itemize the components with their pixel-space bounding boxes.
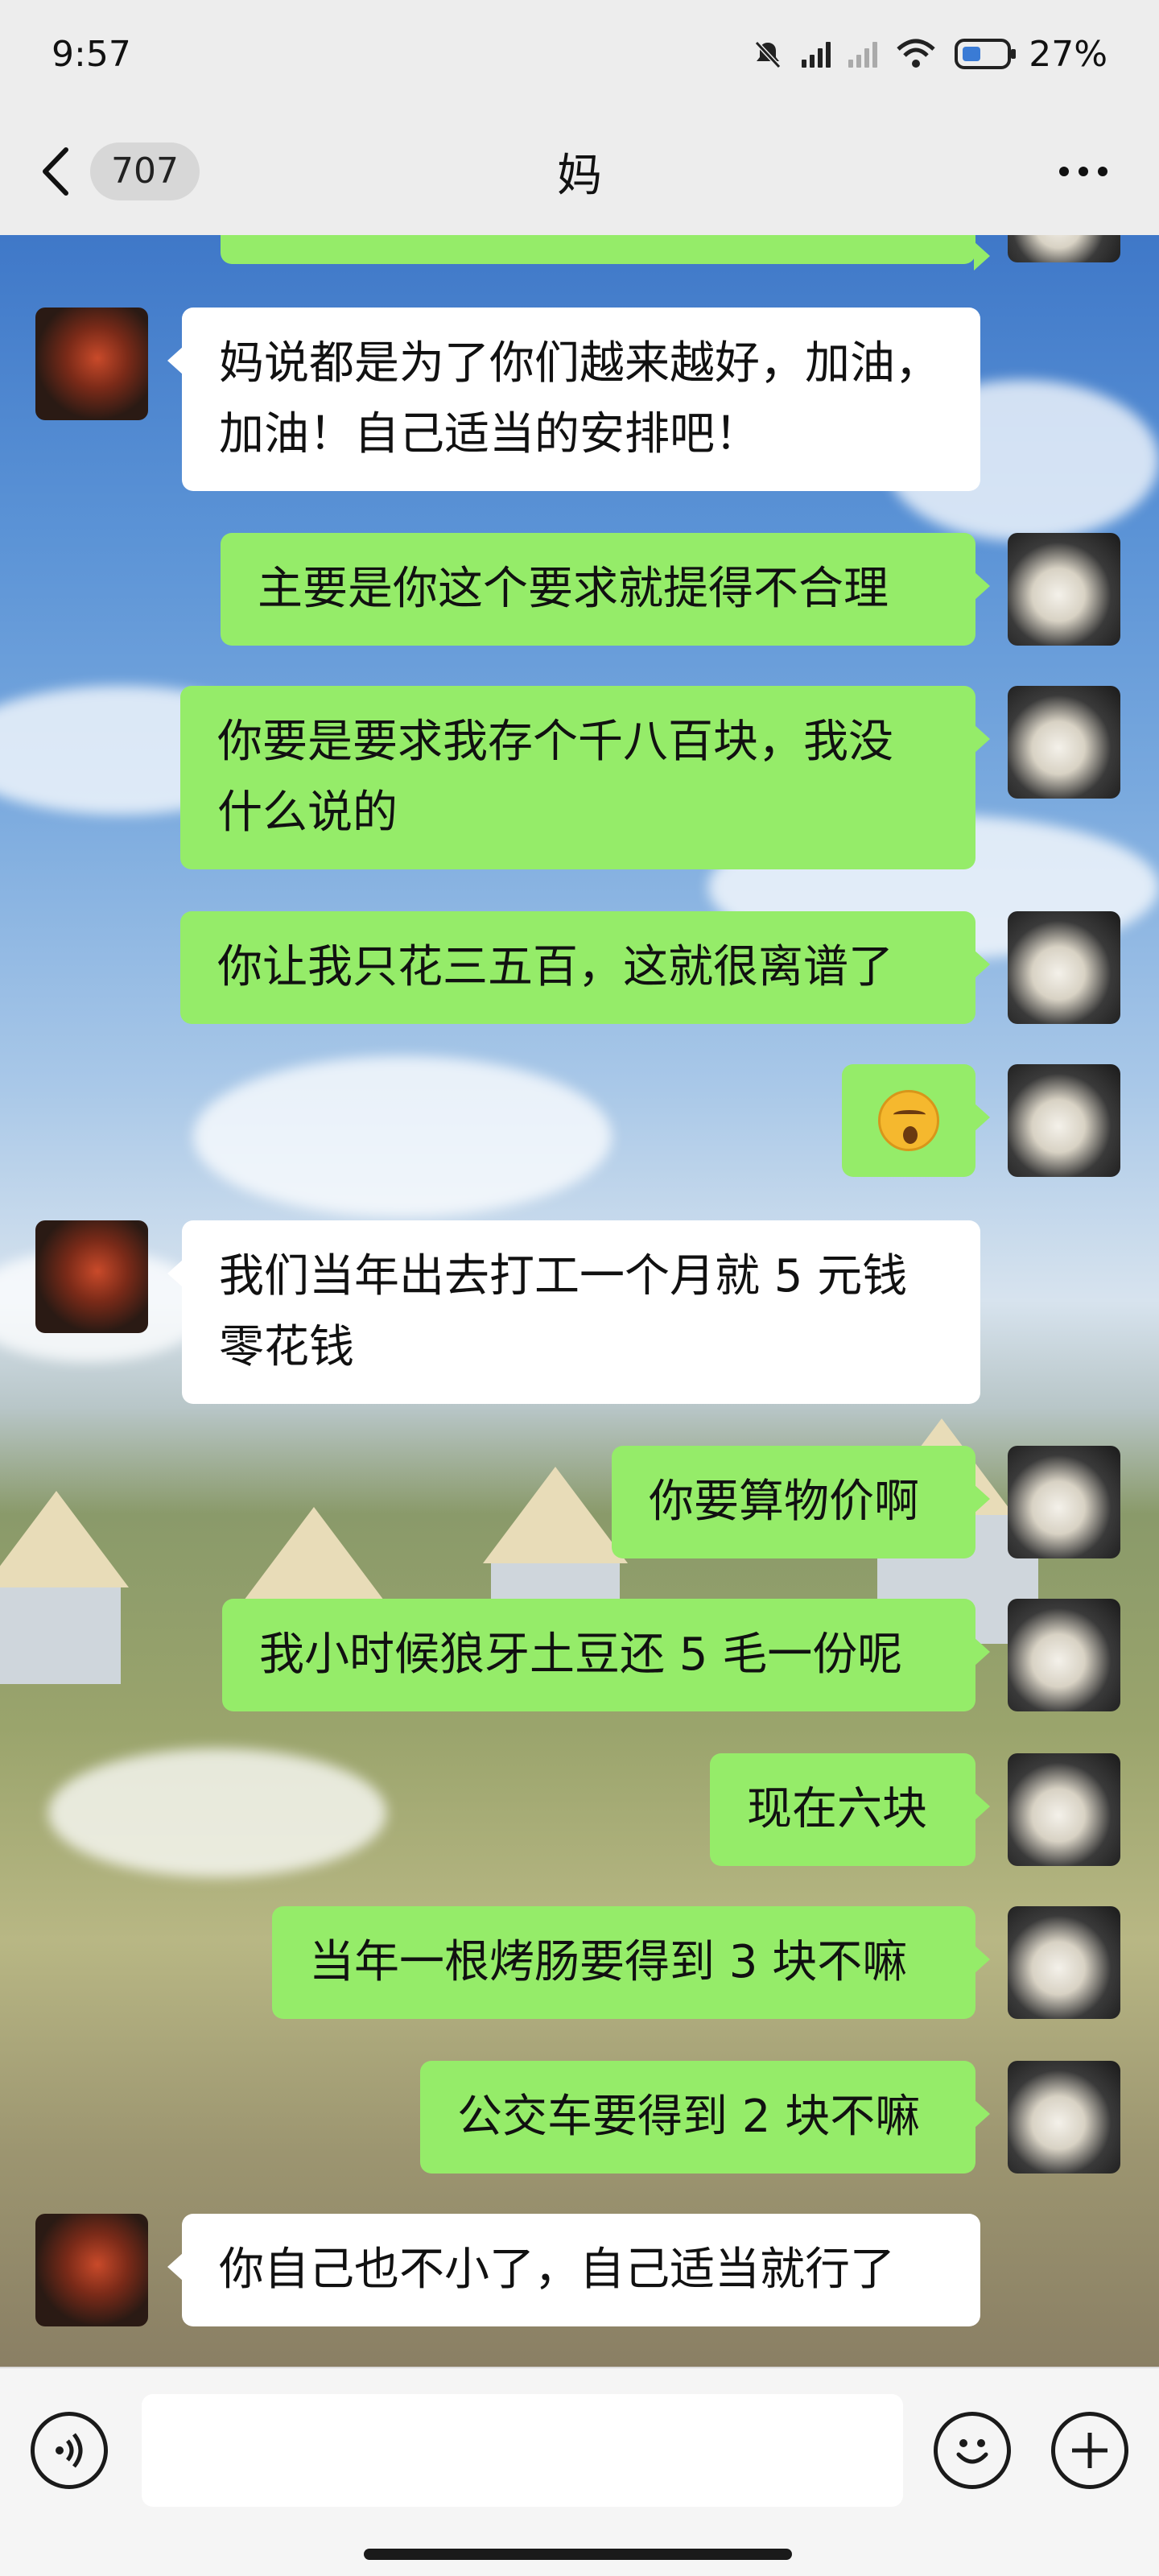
chat-message-list[interactable]: 妈说都是为了你们越来越好，加油， 加油！自己适当的安排吧！ 主要是你这个要求就提… xyxy=(0,235,1159,2367)
contact-avatar[interactable] xyxy=(35,308,148,420)
more-dot-icon xyxy=(1059,167,1069,176)
message-bubble[interactable]: 你要是要求我存个千八百块，我没 什么说的 xyxy=(180,686,990,869)
contact-avatar[interactable] xyxy=(35,2214,148,2326)
status-bar: 9:57 27% xyxy=(0,0,1159,108)
more-dot-icon xyxy=(1098,167,1107,176)
message-bubble-partial[interactable] xyxy=(221,235,990,270)
message-bubble[interactable]: 你让我只花三五百，这就很离谱了 xyxy=(180,911,990,1024)
more-actions-button[interactable] xyxy=(1051,2412,1128,2489)
my-avatar[interactable] xyxy=(1008,1753,1120,1866)
chat-input-bar xyxy=(0,2367,1159,2576)
my-avatar[interactable] xyxy=(1008,1446,1120,1558)
signal-secondary-icon xyxy=(848,40,878,68)
battery-icon xyxy=(955,39,1017,69)
my-avatar[interactable] xyxy=(1008,235,1120,262)
message-bubble[interactable]: 现在六块 xyxy=(710,1753,990,1866)
message-bubble[interactable]: 主要是你这个要求就提得不合理 xyxy=(221,533,990,646)
back-button[interactable]: 707 xyxy=(35,142,277,200)
battery-level: 27% xyxy=(1029,33,1107,75)
voice-wave-icon xyxy=(56,2433,83,2468)
home-indicator[interactable] xyxy=(364,2549,792,2560)
message-bubble-emoji[interactable] xyxy=(842,1064,990,1177)
message-bubble[interactable]: 你自己也不小了，自己适当就行了 xyxy=(167,2214,980,2326)
signal-icon xyxy=(802,40,831,68)
status-icons: 27% xyxy=(752,34,1107,75)
message-bubble[interactable]: 公交车要得到 2 块不嘛 xyxy=(420,2061,990,2174)
my-avatar[interactable] xyxy=(1008,1064,1120,1177)
message-input[interactable] xyxy=(142,2394,903,2507)
my-avatar[interactable] xyxy=(1008,533,1120,646)
my-avatar[interactable] xyxy=(1008,686,1120,799)
chat-header: 707 妈 xyxy=(0,108,1159,235)
my-avatar[interactable] xyxy=(1008,1599,1120,1711)
plus-icon xyxy=(1072,2433,1107,2468)
smiley-icon xyxy=(956,2439,988,2464)
speechless-face-icon xyxy=(878,1090,939,1151)
chat-title: 妈 xyxy=(557,149,602,202)
emoji-button[interactable] xyxy=(934,2412,1011,2489)
mute-bell-icon xyxy=(755,40,782,69)
more-options-button[interactable] xyxy=(882,167,1124,176)
my-avatar[interactable] xyxy=(1008,911,1120,1024)
message-bubble[interactable]: 你要算物价啊 xyxy=(612,1446,990,1558)
contact-avatar[interactable] xyxy=(35,1220,148,1333)
more-dot-icon xyxy=(1079,167,1088,176)
message-bubble[interactable]: 当年一根烤肠要得到 3 块不嘛 xyxy=(272,1906,990,2019)
my-avatar[interactable] xyxy=(1008,2061,1120,2174)
my-avatar[interactable] xyxy=(1008,1906,1120,2019)
unread-count-badge: 707 xyxy=(90,142,200,200)
status-time: 9:57 xyxy=(52,33,131,75)
message-bubble[interactable]: 我小时候狼牙土豆还 5 毛一份呢 xyxy=(222,1599,990,1711)
message-bubble[interactable]: 妈说都是为了你们越来越好，加油， 加油！自己适当的安排吧！ xyxy=(167,308,980,491)
chevron-left-icon xyxy=(43,147,68,196)
voice-button[interactable] xyxy=(31,2412,108,2489)
wifi-icon xyxy=(897,39,935,68)
message-bubble[interactable]: 我们当年出去打工一个月就 5 元钱 零花钱 xyxy=(167,1220,980,1404)
